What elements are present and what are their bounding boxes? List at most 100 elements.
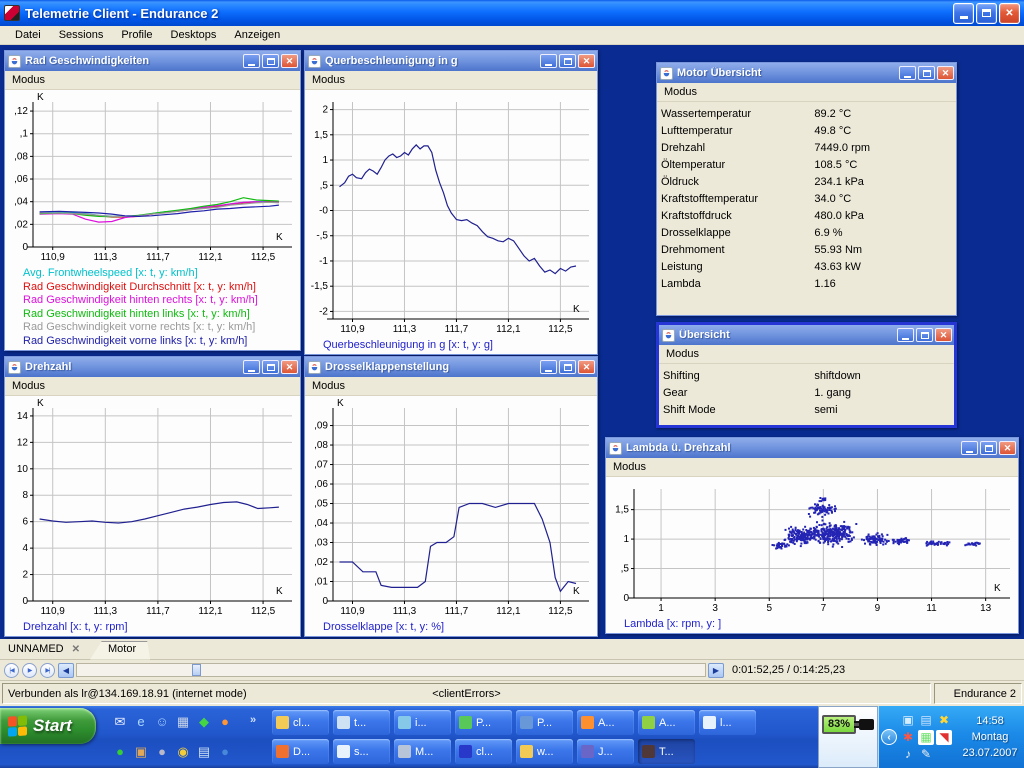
maximize-button[interactable] bbox=[980, 441, 997, 455]
close-button[interactable]: ✕ bbox=[281, 54, 298, 68]
messenger-icon[interactable]: ☺ bbox=[154, 714, 170, 730]
drosselklappe-chart: 0,01,02,03,04,05,06,07,08,09110,9111,311… bbox=[305, 396, 597, 620]
taskbar-button-P[interactable]: P... bbox=[516, 710, 573, 735]
main-titlebar[interactable]: Telemetrie Client - Endurance 2 ✕ bbox=[0, 0, 1024, 26]
frame-titlebar[interactable]: Lambda ü. Drehzahl ✕ bbox=[606, 438, 1018, 458]
modus-menu[interactable]: Modus bbox=[5, 377, 300, 396]
maximize-button[interactable] bbox=[262, 54, 279, 68]
taskbar-button-l[interactable]: l... bbox=[699, 710, 756, 735]
play-button[interactable]: ▶ bbox=[22, 663, 37, 678]
minimize-button[interactable] bbox=[540, 360, 557, 374]
avira-icon[interactable]: ◥ bbox=[936, 730, 952, 745]
minimize-button[interactable] bbox=[243, 360, 260, 374]
frame-titlebar[interactable]: Motor Übersicht ✕ bbox=[657, 63, 956, 83]
row-value: 43.63 kW bbox=[814, 261, 956, 273]
maximize-button[interactable] bbox=[262, 360, 279, 374]
taskbar-button-P[interactable]: P... bbox=[455, 710, 512, 735]
minimize-button[interactable] bbox=[897, 328, 914, 342]
skip-to-end-button[interactable]: ▶| bbox=[40, 663, 55, 678]
close-button[interactable]: ✕ bbox=[935, 328, 952, 342]
minimize-button[interactable] bbox=[540, 54, 557, 68]
outlook-icon[interactable]: ✉ bbox=[112, 714, 128, 730]
export-icon[interactable]: ▤ bbox=[196, 744, 212, 760]
modus-menu[interactable]: Modus bbox=[305, 377, 597, 396]
close-button[interactable]: ✕ bbox=[937, 66, 954, 80]
modus-menu[interactable]: Modus bbox=[305, 71, 597, 90]
remote-desktop-icon[interactable]: ▦ bbox=[175, 714, 191, 730]
remote-screen-icon[interactable]: ▣ bbox=[900, 713, 916, 728]
svg-text:,08: ,08 bbox=[14, 151, 28, 162]
minimize-button[interactable] bbox=[953, 3, 974, 24]
taskbar-button-D[interactable]: D... bbox=[272, 739, 329, 764]
modus-menu[interactable]: Modus bbox=[657, 83, 956, 102]
taskbar-button-t[interactable]: t... bbox=[333, 710, 390, 735]
scroll-left-button[interactable]: ◀ bbox=[58, 663, 74, 678]
taskbar-button-T[interactable]: T... bbox=[638, 739, 695, 764]
menu-item-anzeigen[interactable]: Anzeigen bbox=[225, 27, 289, 43]
taskbar-button-s[interactable]: s... bbox=[333, 739, 390, 764]
taskbar-button-M[interactable]: M... bbox=[394, 739, 451, 764]
sync-icon[interactable]: ▣ bbox=[133, 744, 149, 760]
menu-item-datei[interactable]: Datei bbox=[6, 27, 50, 43]
taskbar-button-A[interactable]: A... bbox=[577, 710, 634, 735]
modus-menu[interactable]: Modus bbox=[5, 71, 300, 90]
status-orb-icon[interactable]: ● bbox=[112, 744, 128, 760]
close-button[interactable]: ✕ bbox=[281, 360, 298, 374]
close-tab-icon[interactable]: ✕ bbox=[72, 644, 80, 655]
taskbar-button-J[interactable]: J... bbox=[577, 739, 634, 764]
taskbar-button-cl[interactable]: cl... bbox=[272, 710, 329, 735]
frame-titlebar[interactable]: Übersicht ✕ bbox=[659, 325, 954, 345]
scroll-right-button[interactable]: ▶ bbox=[708, 663, 724, 678]
scrollbar-thumb[interactable] bbox=[192, 664, 201, 676]
close-button[interactable]: ✕ bbox=[578, 54, 595, 68]
tab-unnamed[interactable]: UNNAMED bbox=[8, 643, 64, 655]
maximize-button[interactable] bbox=[559, 360, 576, 374]
close-button[interactable]: ✕ bbox=[999, 441, 1016, 455]
minimize-button[interactable] bbox=[961, 441, 978, 455]
menu-item-desktops[interactable]: Desktops bbox=[162, 27, 226, 43]
minimize-button[interactable] bbox=[243, 54, 260, 68]
tray-collapse-chevron[interactable]: ‹ bbox=[881, 729, 897, 745]
network-icon[interactable]: ▤ bbox=[918, 713, 934, 728]
taskbar-button-cl[interactable]: cl... bbox=[455, 739, 512, 764]
svg-text:111,7: 111,7 bbox=[146, 606, 170, 617]
close-button[interactable]: ✕ bbox=[999, 3, 1020, 24]
modus-menu[interactable]: Modus bbox=[659, 345, 954, 364]
vnc-icon[interactable]: ▦ bbox=[918, 730, 934, 745]
firefox-icon[interactable]: ● bbox=[217, 714, 233, 730]
row-value: 89.2 °C bbox=[814, 108, 956, 120]
frame-titlebar[interactable]: Drosselklappenstellung ✕ bbox=[305, 357, 597, 377]
timeline-scrollbar[interactable] bbox=[76, 663, 706, 677]
maximize-button[interactable] bbox=[916, 328, 933, 342]
pen-icon[interactable]: ✎ bbox=[918, 747, 934, 762]
desktop-manager-icon[interactable]: ◆ bbox=[196, 714, 212, 730]
taskbar-button-w[interactable]: w... bbox=[516, 739, 573, 764]
taskbar-button-A[interactable]: A... bbox=[638, 710, 695, 735]
ati-icon[interactable]: ✱ bbox=[900, 730, 916, 745]
frame-titlebar[interactable]: Querbeschleunigung in g ✕ bbox=[305, 51, 597, 71]
ie-icon[interactable]: e bbox=[133, 714, 149, 730]
volume-icon[interactable]: ♪ bbox=[900, 747, 916, 762]
start-button[interactable]: Start bbox=[0, 708, 96, 744]
skip-to-start-button[interactable]: |◀ bbox=[4, 663, 19, 678]
menu-item-sessions[interactable]: Sessions bbox=[50, 27, 113, 43]
frame-titlebar[interactable]: Rad Geschwindigkeiten ✕ bbox=[5, 51, 300, 71]
minimize-button[interactable] bbox=[899, 66, 916, 80]
task-buttons-row2: D...s...M...cl...w...J...T... bbox=[272, 739, 695, 764]
svg-text:K: K bbox=[573, 304, 580, 315]
menu-item-profile[interactable]: Profile bbox=[112, 27, 161, 43]
maximize-button[interactable] bbox=[559, 54, 576, 68]
modus-menu[interactable]: Modus bbox=[606, 458, 1018, 477]
frame-title: Übersicht bbox=[679, 329, 895, 341]
security-alert-icon[interactable]: ✖ bbox=[936, 713, 952, 728]
java-web-icon[interactable]: ● bbox=[154, 744, 170, 760]
maximize-button[interactable] bbox=[976, 3, 997, 24]
taskbar-button-i[interactable]: i... bbox=[394, 710, 451, 735]
maximize-button[interactable] bbox=[918, 66, 935, 80]
lock-icon[interactable]: ◉ bbox=[175, 744, 191, 760]
close-button[interactable]: ✕ bbox=[578, 360, 595, 374]
frame-titlebar[interactable]: Drehzahl ✕ bbox=[5, 357, 300, 377]
thunderbird-icon[interactable]: ● bbox=[217, 744, 233, 760]
tab-motor[interactable]: Motor bbox=[90, 641, 150, 660]
overflow-chevron[interactable]: » bbox=[250, 714, 256, 726]
